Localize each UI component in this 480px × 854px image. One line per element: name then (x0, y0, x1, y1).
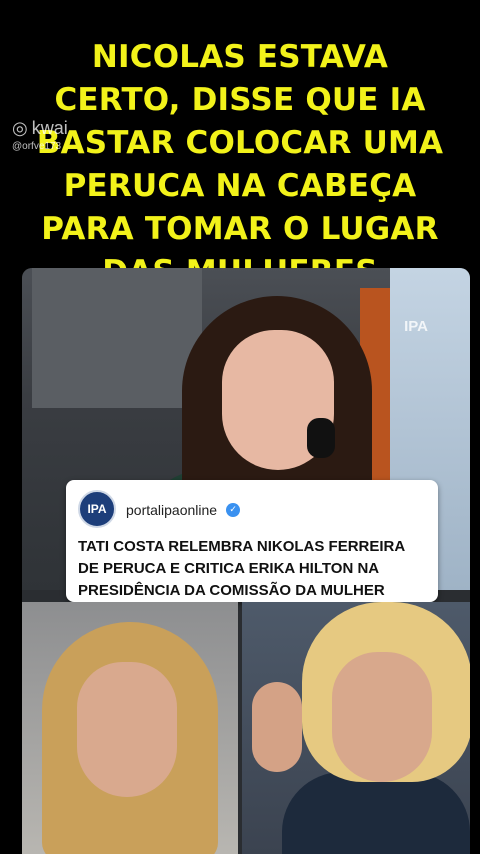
post-line-1: TATI COSTA RELEMBRA NIKOLAS FERREIRA (78, 538, 406, 555)
right-portrait-hand (252, 682, 302, 772)
kwai-logo-icon: ◎ (12, 118, 28, 138)
news-image: IPA IPA portalipaonline ✓ TATI COSTA REL… (22, 268, 470, 854)
kwai-app-name: kwai (31, 118, 68, 138)
left-portrait-face (77, 662, 177, 797)
video-caption: NICOLAS ESTAVA CERTO, DISSE QUE IA BASTA… (0, 36, 480, 294)
right-portrait-suit (282, 772, 470, 854)
verified-badge-icon: ✓ (226, 503, 241, 517)
caption-line-1: NICOLAS ESTAVA (91, 39, 389, 75)
post-line-2: DE PERUCA E CRITICA ERIKA HILTON NA (78, 560, 380, 577)
post-header: IPA portalipaonline ✓ (66, 480, 438, 528)
kwai-logo: ◎ kwai (12, 118, 68, 139)
kwai-watermark: ◎ kwai @orfve173 (12, 118, 68, 152)
account-line: portalipaonline ✓ (126, 500, 241, 519)
ipa-watermark: IPA (404, 318, 428, 335)
post-line-3: PRESIDÊNCIA DA COMISSÃO DA MULHER (78, 582, 385, 599)
caption-line-3: BASTAR COLOCAR UMA (36, 125, 444, 161)
caption-line-2: CERTO, DISSE QUE IA (54, 82, 426, 118)
caption-line-4: PERUCA NA CABEÇA (63, 168, 417, 204)
left-portrait-photo (22, 602, 238, 854)
social-post-card: IPA portalipaonline ✓ TATI COSTA RELEMBR… (66, 480, 438, 602)
account-name: portalipaonline (126, 501, 218, 518)
creator-handle: @orfve173 (12, 141, 62, 152)
right-portrait-photo (242, 602, 470, 854)
background-panel (32, 268, 202, 408)
post-headline: TATI COSTA RELEMBRA NIKOLAS FERREIRA DE … (66, 528, 438, 602)
right-portrait-face (332, 652, 432, 782)
microphone-icon (307, 418, 335, 458)
account-avatar: IPA (78, 490, 116, 528)
caption-line-5: PARA TOMAR O LUGAR (41, 211, 439, 247)
